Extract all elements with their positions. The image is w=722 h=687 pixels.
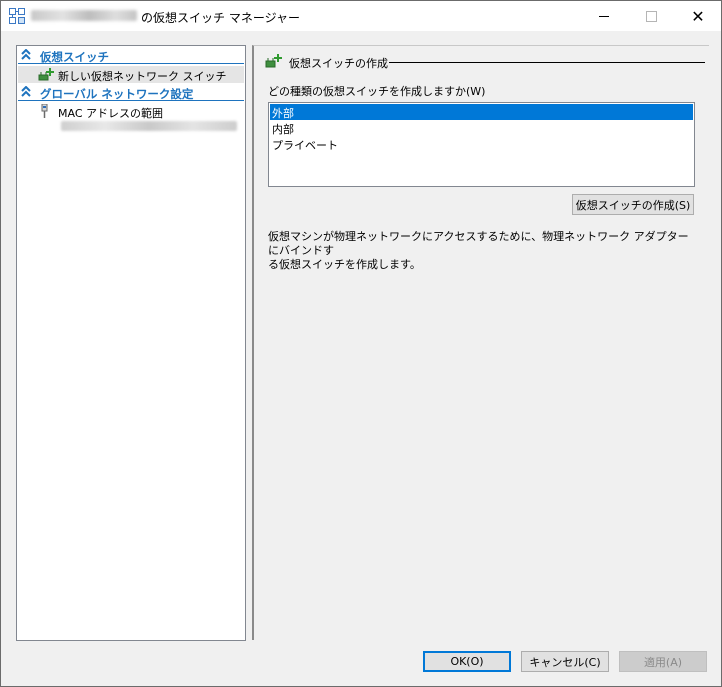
minimize-icon xyxy=(599,15,609,17)
new-switch-icon xyxy=(38,68,54,81)
switch-type-question: どの種類の仮想スイッチを作成しますか(W) xyxy=(268,85,486,98)
cancel-button[interactable]: キャンセル(C) xyxy=(521,651,609,672)
redacted-host-name xyxy=(31,10,137,21)
nav-item-mac-address-range[interactable]: MAC アドレスの範囲 xyxy=(18,103,244,120)
list-item-label: プライベート xyxy=(272,139,338,152)
close-button[interactable]: ✕ xyxy=(675,1,721,31)
create-virtual-switch-button[interactable]: 仮想スイッチの作成(S) xyxy=(572,194,694,215)
create-switch-header: 仮想スイッチの作成 xyxy=(265,53,705,70)
nav-item-label: 新しい仮想ネットワーク スイッチ xyxy=(58,70,227,83)
nav-item-label: MAC アドレスの範囲 xyxy=(58,107,163,120)
redacted-mac-range xyxy=(61,121,237,131)
list-item-label: 外部 xyxy=(272,107,294,120)
ok-button[interactable]: OK(O) xyxy=(423,651,511,672)
header-divider xyxy=(389,62,705,63)
minimize-button[interactable] xyxy=(581,1,627,31)
new-switch-icon xyxy=(265,54,282,68)
switch-type-listbox[interactable]: 外部 内部 プライベート xyxy=(268,102,695,187)
collapse-chevron-icon xyxy=(21,49,31,60)
virtual-switch-manager-window: の仮想スイッチ マネージャー ✕ 仮想スイッチ 新しい仮想ネットワーク スイッチ… xyxy=(0,0,722,687)
section-global-network-settings[interactable]: グローバル ネットワーク設定 xyxy=(18,85,244,101)
close-icon: ✕ xyxy=(691,6,705,26)
section-label: 仮想スイッチ xyxy=(40,50,109,64)
nav-item-new-virtual-switch[interactable]: 新しい仮想ネットワーク スイッチ xyxy=(18,66,244,83)
network-cable-icon xyxy=(41,104,48,118)
list-item-label: 内部 xyxy=(272,123,294,136)
navigation-pane[interactable]: 仮想スイッチ 新しい仮想ネットワーク スイッチ グローバル ネットワーク設定 M… xyxy=(16,45,246,641)
list-item-private[interactable]: プライベート xyxy=(270,136,693,152)
collapse-chevron-icon xyxy=(21,86,31,97)
details-pane: 仮想スイッチの作成 どの種類の仮想スイッチを作成しますか(W) 外部 内部 プラ… xyxy=(252,45,709,640)
description-line: 仮想マシンが物理ネットワークにアクセスするために、物理ネットワーク アダプターに… xyxy=(268,230,689,257)
section-virtual-switches[interactable]: 仮想スイッチ xyxy=(18,48,244,64)
list-item-internal[interactable]: 内部 xyxy=(270,120,693,136)
title-bar[interactable]: の仮想スイッチ マネージャー ✕ xyxy=(1,1,721,31)
section-heading: 仮想スイッチの作成 xyxy=(289,57,388,70)
virtual-switch-manager-app-icon xyxy=(9,8,25,24)
maximize-icon xyxy=(645,10,657,22)
switch-type-description: 仮想マシンが物理ネットワークにアクセスするために、物理ネットワーク アダプターに… xyxy=(268,230,698,272)
description-line: る仮想スイッチを作成します。 xyxy=(268,258,421,271)
apply-button[interactable]: 適用(A) xyxy=(619,651,707,672)
section-label: グローバル ネットワーク設定 xyxy=(40,87,194,101)
window-title: の仮想スイッチ マネージャー xyxy=(141,11,300,25)
list-item-external[interactable]: 外部 xyxy=(270,104,693,120)
maximize-button[interactable] xyxy=(628,1,674,31)
